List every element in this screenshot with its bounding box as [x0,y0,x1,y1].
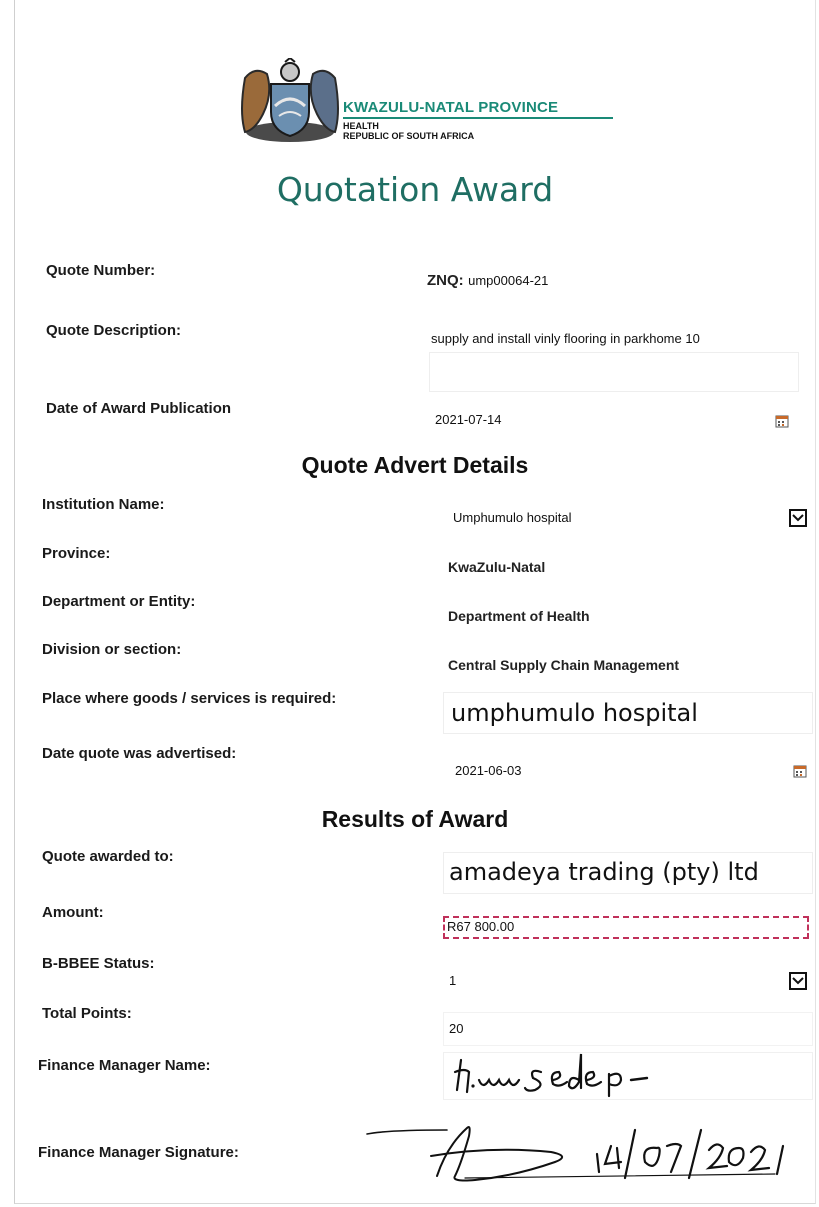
finance-manager-name-label: Finance Manager Name: [38,1057,211,1074]
quote-description-box [429,352,799,392]
place-box [443,692,813,734]
handwritten-manager-name[interactable] [451,1050,751,1098]
province-value: KwaZulu-Natal [448,559,546,575]
calendar-icon[interactable] [793,764,807,778]
department-value: Department of Health [448,608,590,624]
bbbee-dropdown[interactable] [789,972,807,990]
page-title: Quotation Award [276,170,554,209]
calendar-icon[interactable] [775,414,789,428]
awarded-to-label: Quote awarded to: [42,848,174,865]
quote-number-field[interactable]: ZNQ: ump00064-21 [427,272,548,290]
amount-value: R67 800.00 [447,919,515,934]
department-name: HEALTH [343,121,379,131]
division-value: Central Supply Chain Management [448,657,680,673]
awarded-to-box [443,852,813,894]
quote-number-prefix: ZNQ: [427,272,464,289]
award-date-label: Date of Award Publication [46,400,232,417]
finance-manager-signature-label: Finance Manager Signature: [38,1144,239,1161]
advertised-date-label: Date quote was advertised: [42,745,237,762]
department-label: Department or Entity: [42,593,196,610]
province-name: KWAZULU-NATAL PROVINCE [343,99,559,116]
coat-of-arms-icon [241,58,339,142]
division-label: Division or section: [42,641,182,658]
country-name: REPUBLIC OF SOUTH AFRICA [343,131,475,141]
quote-description-label: Quote Description: [46,322,182,339]
province-label: Province: [42,545,111,562]
institution-dropdown[interactable] [789,509,807,527]
institution-label: Institution Name: [42,496,165,513]
chevron-down-icon [792,514,804,522]
handwritten-signature[interactable] [365,1118,805,1184]
advert-details-heading: Quote Advert Details [301,452,529,478]
quote-number-label: Quote Number: [46,262,156,279]
institution-value[interactable]: Umphumulo hospital [453,510,572,525]
award-date-value[interactable]: 2021-07-14 [435,412,502,427]
quotation-award-form: KWAZULU-NATAL PROVINCE HEALTH REPUBLIC O… [14,0,816,1204]
quote-description-value[interactable]: supply and install vinly flooring in par… [431,331,700,346]
total-points-box [443,1012,813,1046]
total-points-label: Total Points: [42,1005,132,1022]
amount-label: Amount: [42,904,104,921]
bbbee-value[interactable]: 1 [449,973,456,988]
quote-number-value: ump00064-21 [468,273,549,288]
place-label: Place where goods / services is required… [42,690,337,707]
brand-divider [343,117,613,119]
bbbee-label: B-BBEE Status: [42,955,155,972]
results-heading: Results of Award [321,806,509,832]
advertised-date-value[interactable]: 2021-06-03 [455,763,522,778]
chevron-down-icon [792,977,804,985]
